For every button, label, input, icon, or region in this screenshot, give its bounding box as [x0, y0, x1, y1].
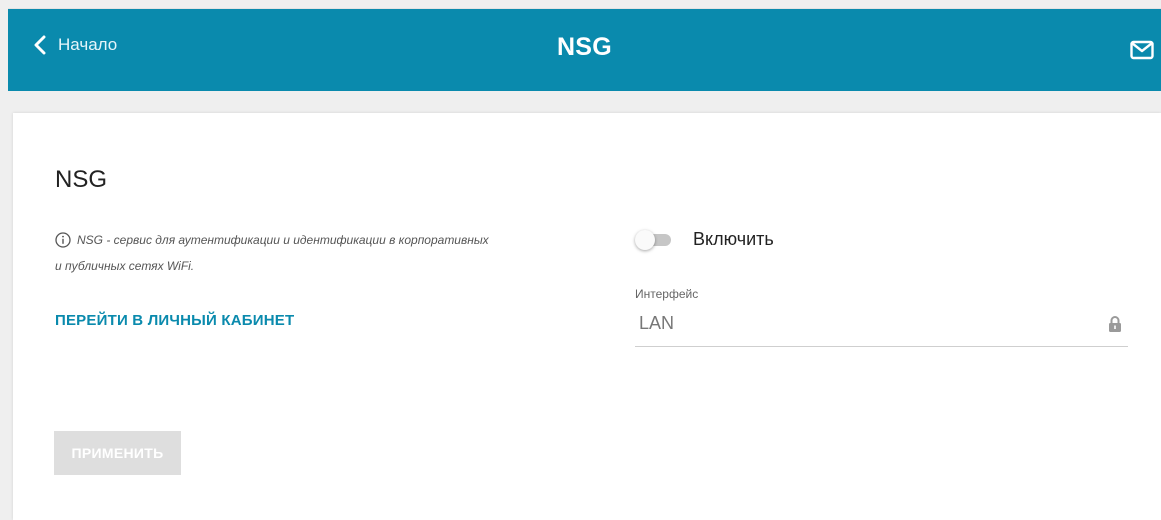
- enable-toggle-row[interactable]: Включить: [635, 229, 774, 250]
- lock-icon: [1108, 315, 1122, 333]
- interface-field-value: LAN: [639, 313, 675, 333]
- settings-card: NSG NSG - сервис для аутентификации и ид…: [13, 113, 1161, 520]
- info-text: NSG - сервис для аутентификации и иденти…: [55, 233, 489, 273]
- top-bar: Начало NSG: [8, 8, 1161, 91]
- enable-toggle[interactable]: [635, 229, 673, 250]
- interface-field-label: Интерфейс: [635, 287, 699, 301]
- apply-button[interactable]: ПРИМЕНИТЬ: [54, 431, 181, 475]
- info-icon: [55, 232, 71, 255]
- info-note: NSG - сервис для аутентификации и иденти…: [55, 229, 495, 277]
- mail-icon: [1130, 40, 1154, 60]
- page-title: NSG: [55, 166, 108, 193]
- app-title: NSG: [556, 33, 613, 61]
- interface-field: Интерфейс LAN: [635, 287, 1128, 347]
- mail-button[interactable]: [1130, 40, 1154, 60]
- toggle-knob: [635, 229, 655, 250]
- page: Начало NSG NSG NSG - сервис для аутентиф…: [0, 0, 1161, 520]
- personal-cabinet-link[interactable]: ПЕРЕЙТИ В ЛИЧНЫЙ КАБИНЕТ: [55, 312, 294, 329]
- enable-toggle-label: Включить: [693, 229, 774, 249]
